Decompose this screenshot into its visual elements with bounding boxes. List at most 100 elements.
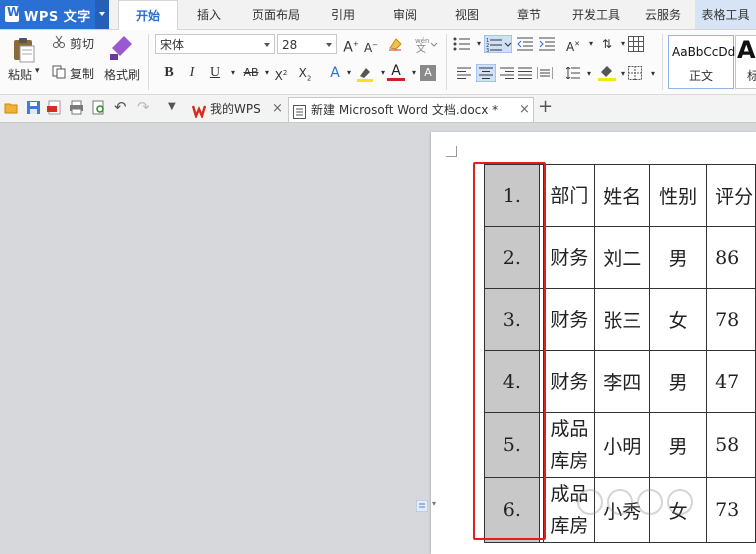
app-menu-dropdown-icon[interactable] [95, 0, 109, 29]
paste-icon[interactable] [10, 36, 38, 64]
table-cell-name[interactable]: 张三 [594, 288, 651, 351]
numbered-list-icon[interactable]: 1 2 3 [484, 35, 512, 53]
highlight-color-icon[interactable] [356, 66, 374, 82]
style-heading[interactable]: Aa 标 [735, 35, 756, 89]
tab-chapter[interactable]: 章节 [502, 0, 556, 29]
format-painter-icon[interactable] [108, 34, 134, 62]
underline-icon[interactable]: U [206, 64, 224, 82]
cut-button[interactable]: 剪切 [70, 35, 94, 52]
tab-cloud-service[interactable]: 云服务 [636, 0, 690, 29]
table-cell-sex[interactable]: 女 [649, 288, 708, 351]
ribbon: 粘贴 ▾ 剪切 复制 格式刷 宋体 28 A+ A− wén 文 B I U ▾… [0, 30, 756, 95]
selection-highlight-box [473, 162, 546, 540]
doc-tab-label: 我的WPS [210, 102, 261, 116]
tab-home[interactable]: 开始 [118, 0, 178, 31]
style-normal-label: 正文 [689, 69, 714, 83]
print-preview-icon[interactable] [91, 100, 106, 115]
align-right-icon[interactable] [500, 67, 514, 79]
quick-access-toolbar: ↶ ↷ ▼ 我的WPS × 新建 Microsoft Word 文档.docx … [0, 95, 756, 123]
format-painter-button[interactable]: 格式刷 [104, 66, 140, 83]
chevron-down-icon[interactable]: ▾ [432, 499, 436, 508]
shrink-font-icon[interactable]: A− [362, 36, 380, 55]
align-center-icon[interactable] [476, 64, 496, 82]
decrease-indent-icon[interactable] [517, 37, 533, 51]
font-name-select[interactable]: 宋体 [155, 34, 275, 54]
table-cell-dept[interactable]: 财务 [543, 350, 596, 413]
ribbon-divider [662, 34, 663, 90]
open-folder-icon[interactable] [4, 100, 19, 115]
close-icon[interactable]: × [272, 97, 283, 121]
paste-button[interactable]: 粘贴 [8, 66, 32, 83]
ribbon-divider [446, 34, 447, 90]
chevron-down-icon[interactable]: ▾ [644, 65, 662, 83]
tab-table-tools[interactable]: 表格工具 [695, 0, 756, 29]
svg-text:3: 3 [486, 48, 489, 53]
tab-review[interactable]: 审阅 [378, 0, 432, 29]
tab-view[interactable]: 视图 [440, 0, 494, 29]
tab-insert[interactable]: 插入 [182, 0, 236, 29]
table-cell-name[interactable]: 刘二 [594, 226, 651, 289]
table-cell-dept[interactable]: 部门 [543, 164, 596, 227]
paragraph-layout-icon[interactable] [416, 500, 428, 512]
new-tab-icon[interactable]: + [538, 96, 553, 117]
table-cell-sex[interactable]: 男 [649, 226, 708, 289]
increase-indent-icon[interactable] [539, 37, 555, 51]
table-cell-sex[interactable]: 男 [649, 350, 708, 413]
table-cell-score[interactable]: 47 [706, 350, 756, 413]
undo-icon[interactable]: ↶ [114, 98, 127, 116]
ribbon-divider [148, 34, 149, 90]
wps-logo-icon [5, 5, 20, 22]
borders-icon[interactable] [628, 66, 642, 80]
table-cell-name[interactable]: 姓名 [594, 164, 651, 227]
tab-references[interactable]: 引用 [316, 0, 370, 29]
page-corner-marker [446, 146, 457, 157]
distributed-align-icon[interactable] [537, 67, 553, 79]
style-heading-preview: Aa [737, 36, 756, 64]
bullet-list-icon[interactable] [453, 37, 471, 51]
style-normal[interactable]: AaBbCcDd 正文 [668, 35, 735, 89]
justify-icon[interactable] [518, 67, 532, 79]
table-insert-icon[interactable] [628, 36, 644, 52]
table-cell-sex[interactable]: 性别 [649, 164, 708, 227]
tab-page-layout[interactable]: 页面布局 [244, 0, 308, 29]
save-icon[interactable] [26, 100, 41, 115]
table-cell-score[interactable]: 86 [706, 226, 756, 289]
bold-icon[interactable]: B [160, 64, 178, 82]
phonetic-guide-icon[interactable]: wén 文 [413, 35, 439, 53]
style-heading-label: 标 [747, 69, 756, 83]
export-pdf-icon[interactable] [47, 100, 62, 115]
redo-icon[interactable]: ↷ [137, 98, 150, 116]
superscript-icon[interactable]: X2 [272, 64, 290, 83]
font-name-value: 宋体 [160, 38, 185, 52]
font-color-icon[interactable]: A [387, 62, 405, 81]
character-shading-icon[interactable]: A [420, 65, 436, 81]
table-cell-score[interactable]: 78 [706, 288, 756, 351]
table-cell-name[interactable]: 李四 [594, 350, 651, 413]
chevron-down-icon[interactable]: ▾ [580, 65, 598, 83]
doc-tab-active-document[interactable]: 新建 Microsoft Word 文档.docx * × [288, 97, 534, 122]
table-cell-dept[interactable]: 财务 [543, 288, 596, 351]
table-cell-score[interactable]: 58 [706, 412, 756, 478]
font-size-select[interactable]: 28 [277, 34, 337, 54]
table-cell-dept[interactable]: 成品库房 [543, 412, 596, 478]
chinese-layout-icon[interactable]: A✕ [562, 35, 584, 54]
doc-tab-my-wps[interactable]: 我的WPS × [186, 97, 286, 121]
app-menu-button[interactable]: WPS 文字 [0, 0, 109, 29]
svg-text:文: 文 [416, 42, 426, 53]
line-spacing-icon[interactable] [566, 67, 580, 79]
grow-font-icon[interactable]: A+ [342, 35, 360, 56]
paste-dropdown-icon[interactable]: ▾ [35, 66, 40, 76]
table-cell-score[interactable]: 评分 [706, 164, 756, 227]
table-cell-dept[interactable]: 财务 [543, 226, 596, 289]
italic-icon[interactable]: I [183, 64, 201, 82]
clear-format-icon[interactable] [387, 36, 403, 52]
align-left-icon[interactable] [457, 67, 471, 79]
table-cell-sex[interactable]: 男 [649, 412, 708, 478]
customize-toolbar-icon[interactable]: ▼ [168, 101, 176, 112]
copy-button[interactable]: 复制 [70, 65, 94, 82]
tab-developer[interactable]: 开发工具 [564, 0, 628, 29]
subscript-icon[interactable]: X2 [296, 64, 314, 82]
table-cell-name[interactable]: 小明 [594, 412, 651, 478]
close-icon[interactable]: × [519, 98, 530, 122]
print-icon[interactable] [69, 100, 84, 115]
